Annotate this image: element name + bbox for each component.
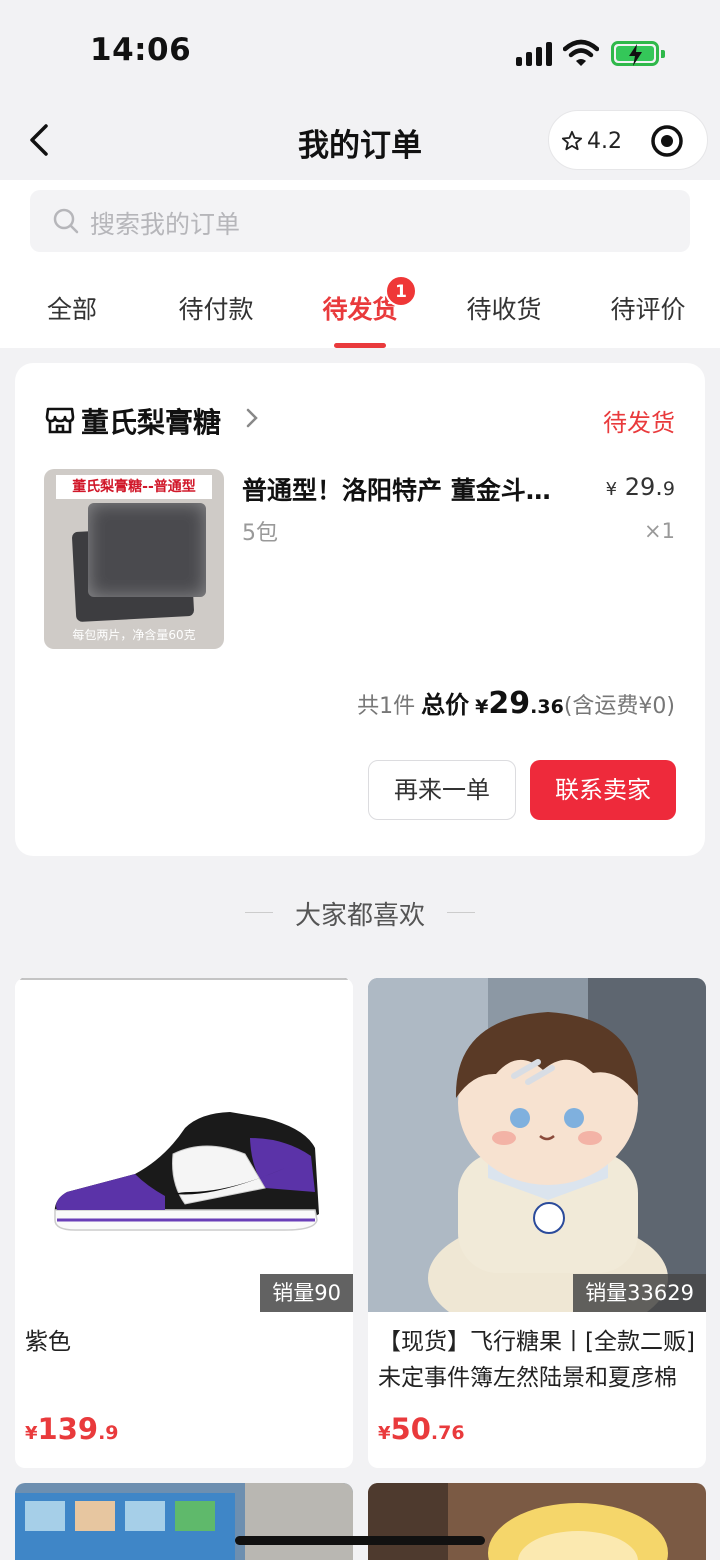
reorder-button[interactable]: 再来一单	[368, 760, 516, 820]
tab-pending-receipt[interactable]: 待收货	[432, 264, 576, 348]
search-section: 搜索我的订单	[0, 180, 720, 264]
recommend-heading: 大家都喜欢	[294, 901, 425, 931]
active-tab-underline	[334, 343, 386, 348]
wifi-icon	[563, 39, 599, 66]
close-miniprogram-icon[interactable]	[649, 123, 685, 159]
product-card[interactable]: 销量90 紫色 ¥139.9	[15, 978, 353, 1468]
product-image[interactable]: 董氏梨膏糖--普通型 每包两片，净含量60克	[44, 469, 224, 649]
product-image-caption: 董氏梨膏糖--普通型	[56, 475, 212, 499]
product-image-footer: 每包两片，净含量60克	[72, 628, 196, 642]
product-image-store-shelves	[15, 1483, 353, 1560]
product-price: ¥50.76	[378, 1412, 465, 1446]
status-time: 14:06	[90, 32, 192, 68]
rating-button[interactable]: 4.2	[561, 126, 622, 156]
status-bar: 14:06	[0, 0, 720, 100]
cellular-signal-icon	[516, 42, 554, 66]
product-title: 紫色	[25, 1329, 71, 1355]
home-indicator	[235, 1536, 485, 1545]
product-card[interactable]	[15, 1483, 353, 1560]
tab-badge: 1	[385, 275, 417, 307]
chevron-right-icon[interactable]	[245, 407, 259, 429]
contact-seller-button[interactable]: 联系卖家	[530, 760, 676, 820]
product-image-plush-yellow	[368, 1483, 706, 1560]
product-image-plush-doll	[368, 978, 706, 1312]
quantity: ×1	[644, 519, 675, 543]
unit-price: ¥ 29.9	[605, 473, 675, 501]
star-icon	[561, 130, 583, 151]
battery-charging-icon	[611, 41, 665, 66]
search-input[interactable]: 搜索我的订单	[30, 190, 690, 252]
product-price: ¥139.9	[25, 1412, 119, 1446]
divider-right	[447, 912, 475, 913]
order-status: 待发货	[603, 409, 675, 437]
product-image-sneaker	[15, 978, 353, 1312]
mini-program-capsule: 4.2	[548, 110, 708, 170]
order-tabs: 全部 待付款 待发货 1 待收货 待评价	[0, 264, 720, 348]
tab-all[interactable]: 全部	[0, 264, 144, 348]
product-card[interactable]: 销量33629 【现货】飞行糖果丨[全款二贩]未定事件簿左然陆景和夏彦棉花娃娃 …	[368, 978, 706, 1468]
tab-pending-shipment[interactable]: 待发货 1	[288, 264, 432, 348]
product-title: 【现货】飞行糖果丨[全款二贩]未定事件簿左然陆景和夏彦棉花娃娃	[378, 1329, 695, 1391]
shop-name[interactable]: 董氏梨膏糖	[81, 401, 221, 441]
shop-icon[interactable]	[45, 406, 75, 434]
product-card[interactable]	[368, 1483, 706, 1560]
product-title[interactable]: 普通型！洛阳特产 董金斗梨膏糖	[242, 471, 572, 507]
tab-pending-payment[interactable]: 待付款	[144, 264, 288, 348]
sales-count: 销量90	[260, 1274, 353, 1312]
search-placeholder: 搜索我的订单	[90, 210, 241, 239]
search-icon	[53, 208, 79, 234]
order-card: 董氏梨膏糖 待发货 董氏梨膏糖--普通型 每包两片，净含量60克 普通型！洛阳特…	[15, 363, 705, 856]
product-spec: 5包	[242, 521, 278, 546]
order-summary: 共1件 总价 ¥29.36(含运费¥0)	[357, 686, 675, 721]
rating-value: 4.2	[587, 128, 622, 154]
tab-pending-review[interactable]: 待评价	[576, 264, 720, 348]
nav-bar: 我的订单 4.2	[0, 100, 720, 180]
sales-count: 销量33629	[573, 1274, 706, 1312]
